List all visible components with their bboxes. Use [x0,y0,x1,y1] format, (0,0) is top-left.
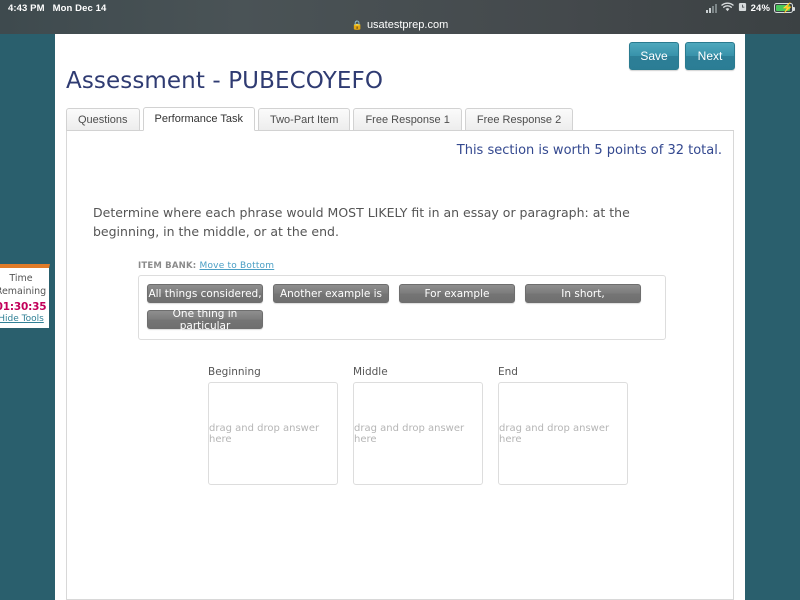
drop-zone-target[interactable]: drag and drop answer here [208,382,338,485]
next-button[interactable]: Next [685,42,735,70]
status-bar-time: 4:43 PM [8,3,45,14]
lock-icon: 🔒 [352,21,363,30]
tab-performance-task[interactable]: Performance Task [143,107,255,131]
alarm-clock-icon [738,2,747,15]
move-to-bottom-link[interactable]: Move to Bottom [200,261,275,271]
tab-two-part-item[interactable]: Two-Part Item [258,108,350,130]
assessment-page: Save Next Assessment - PUBECOYEFO Questi… [55,34,745,600]
item-chip[interactable]: For example [399,284,515,303]
performance-task-panel: This section is worth 5 points of 32 tot… [66,131,734,600]
drop-zone-label: Beginning [208,366,338,378]
item-chip[interactable]: One thing in particular [147,310,263,329]
save-button[interactable]: Save [629,42,679,70]
status-bar-right: 24% ⚡ [706,0,793,16]
drop-zone-end: End drag and drop answer here [498,366,628,485]
drop-zone-group: Beginning drag and drop answer here Midd… [208,366,628,485]
drop-zone-beginning: Beginning drag and drop answer here [208,366,338,485]
section-points-note: This section is worth 5 points of 32 tot… [457,143,722,158]
assessment-action-bar: Save Next [629,42,735,70]
item-chip[interactable]: Another example is [273,284,389,303]
item-bank: ITEM BANK: Move to Bottom All things con… [138,261,666,340]
timer-label-line2: Remaining [0,286,47,299]
time-remaining-value: 01:30:35 [0,301,47,313]
item-chip[interactable]: All things considered, [147,284,263,303]
drop-zone-target[interactable]: drag and drop answer here [353,382,483,485]
wifi-icon [721,2,734,15]
timer-label-line1: Time [0,273,47,286]
item-bank-header: ITEM BANK: Move to Bottom [138,261,666,271]
page-title: Assessment - PUBECOYEFO [66,68,383,94]
url-text: usatestprep.com [367,19,448,31]
tab-free-response-2[interactable]: Free Response 2 [465,108,573,130]
item-bank-label: ITEM BANK: [138,261,196,271]
drop-zone-placeholder: drag and drop answer here [354,423,482,445]
drop-zone-label: Middle [353,366,483,378]
drop-zone-placeholder: drag and drop answer here [209,423,337,445]
timer-label: Time Remaining [0,273,47,299]
drop-zone-middle: Middle drag and drop answer here [353,366,483,485]
drop-zone-placeholder: drag and drop answer here [499,423,627,445]
status-bar-left: 4:43 PM Mon Dec 14 [8,3,106,14]
drop-zone-target[interactable]: drag and drop answer here [498,382,628,485]
ios-status-bar: 4:43 PM Mon Dec 14 24% ⚡ [0,0,800,16]
battery-percent-label: 24% [751,3,770,14]
tab-questions[interactable]: Questions [66,108,140,130]
item-bank-container[interactable]: All things considered, Another example i… [138,275,666,340]
drop-zone-label: End [498,366,628,378]
item-bank-row: One thing in particular [147,310,657,329]
status-bar-date: Mon Dec 14 [53,3,107,14]
cellular-signal-icon [706,4,717,13]
hide-tools-link[interactable]: Hide Tools [0,314,47,324]
time-remaining-tool: Time Remaining 01:30:35 Hide Tools [0,264,50,329]
tab-free-response-1[interactable]: Free Response 1 [353,108,461,130]
item-chip[interactable]: In short, [525,284,641,303]
battery-charging-icon: ⚡ [774,3,793,13]
browser-chrome: 4:43 PM Mon Dec 14 24% ⚡ [0,0,800,34]
assessment-tab-bar: Questions Performance Task Two-Part Item… [66,108,734,131]
item-bank-row: All things considered, Another example i… [147,284,657,303]
question-prompt: Determine where each phrase would MOST L… [93,203,693,242]
browser-url-bar[interactable]: 🔒 usatestprep.com [0,16,800,34]
